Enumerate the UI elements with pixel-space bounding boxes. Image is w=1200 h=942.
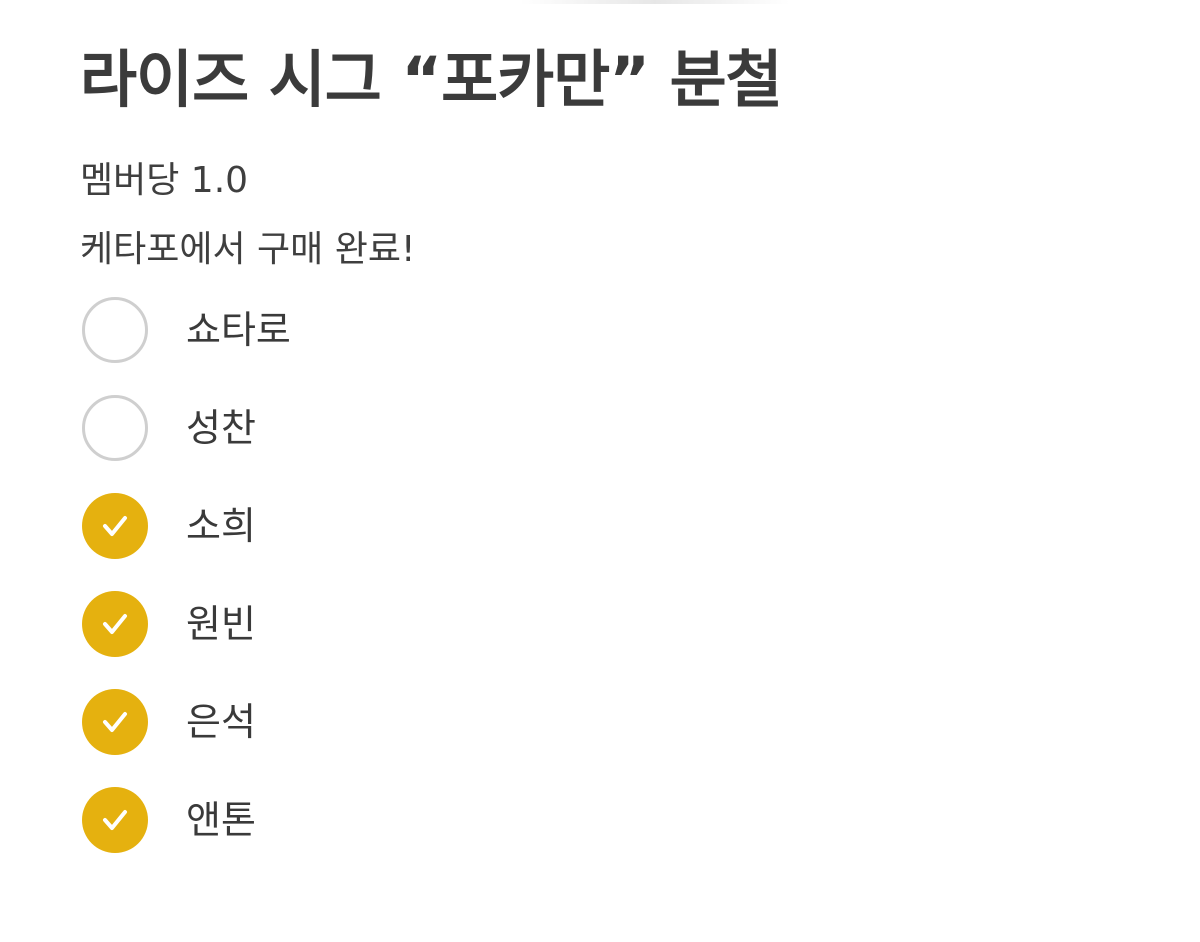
member-item-sungchan[interactable]: 성찬 <box>82 395 291 461</box>
price-per-member: 멤버당 1.0 <box>80 160 249 201</box>
checkmark-icon[interactable] <box>82 689 148 755</box>
checkmark-icon[interactable] <box>82 493 148 559</box>
member-name: 원빈 <box>186 602 256 646</box>
checkmark-icon[interactable] <box>82 787 148 853</box>
member-item-wonbin[interactable]: 원빈 <box>82 591 291 657</box>
member-item-eunseok[interactable]: 은석 <box>82 689 291 755</box>
member-name: 성찬 <box>186 406 256 450</box>
checkmark-icon <box>103 712 127 732</box>
checkmark-icon <box>103 810 127 830</box>
member-checklist: 쇼타로 성찬 소희 원빈 은석 앤톤 <box>82 297 291 885</box>
empty-circle-icon[interactable] <box>82 395 148 461</box>
purchase-note: 케타포에서 구매 완료! <box>80 229 416 270</box>
checkmark-icon <box>103 516 127 536</box>
checkmark-icon <box>103 614 127 634</box>
member-name: 쇼타로 <box>186 308 291 352</box>
page: 라이즈 시그 “포카만” 분철 멤버당 1.0 케타포에서 구매 완료! 쇼타로… <box>0 0 1200 942</box>
member-name: 은석 <box>186 700 256 744</box>
member-item-shotaro[interactable]: 쇼타로 <box>82 297 291 363</box>
post-title: 라이즈 시그 “포카만” 분철 <box>80 43 783 116</box>
member-item-sohee[interactable]: 소희 <box>82 493 291 559</box>
member-name: 앤톤 <box>186 798 256 842</box>
member-item-anton[interactable]: 앤톤 <box>82 787 291 853</box>
empty-circle-icon[interactable] <box>82 297 148 363</box>
checkmark-icon[interactable] <box>82 591 148 657</box>
member-name: 소희 <box>186 504 256 548</box>
top-edge-shadow <box>520 0 790 4</box>
